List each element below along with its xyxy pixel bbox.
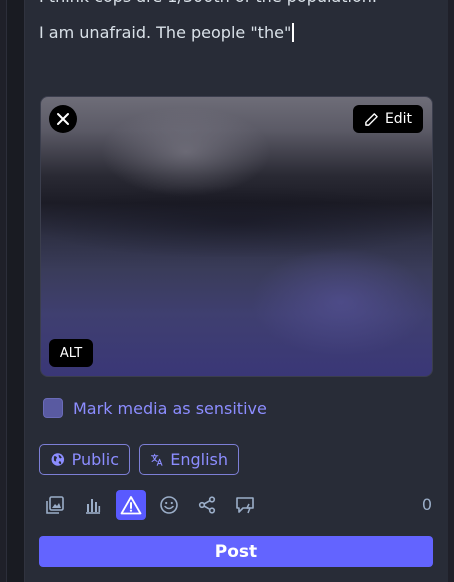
quote-icon (236, 497, 254, 514)
visibility-label: Public (71, 450, 119, 469)
share-button[interactable] (192, 490, 222, 520)
edit-media-button[interactable]: Edit (353, 105, 423, 133)
text-caret (292, 23, 295, 42)
compose-line-2-text: I am unafraid. The people "the" (39, 23, 292, 42)
quote-post-button[interactable] (230, 490, 260, 520)
right-rail (448, 0, 454, 582)
emoji-button[interactable] (154, 490, 184, 520)
media-icon (46, 496, 64, 514)
media-blur-glow (251, 247, 431, 357)
sensitive-checkbox[interactable] (43, 398, 63, 418)
post-label: Post (214, 541, 258, 562)
share-icon (198, 496, 216, 514)
edit-label: Edit (384, 111, 413, 127)
alt-text-badge[interactable]: ALT (49, 339, 93, 367)
poll-icon (86, 499, 101, 514)
content-warning-button[interactable] (116, 490, 146, 520)
compose-toolbar (40, 490, 268, 520)
emoji-icon (160, 496, 178, 514)
media-attachment[interactable] (40, 96, 433, 377)
close-icon (57, 113, 69, 125)
post-button[interactable]: Post (39, 536, 433, 567)
media-blur-highlight (101, 107, 271, 197)
sensitive-label: Mark media as sensitive (73, 398, 267, 418)
left-rail (0, 0, 7, 582)
warning-icon (120, 496, 142, 515)
mark-sensitive-toggle[interactable]: Mark media as sensitive (43, 398, 267, 418)
language-button[interactable]: English (139, 444, 239, 475)
remove-media-button[interactable] (49, 105, 77, 133)
add-media-button[interactable] (40, 490, 70, 520)
compose-line-2: I am unafraid. The people "the" (39, 22, 434, 44)
language-label: English (170, 450, 228, 469)
compose-line-1: I think cops are 1/300th of the populati… (39, 0, 434, 8)
character-counter: 0 (421, 495, 432, 514)
pencil-icon (365, 112, 378, 126)
visibility-button[interactable]: Public (39, 444, 130, 475)
add-poll-button[interactable] (78, 490, 108, 520)
alt-label: ALT (59, 345, 83, 361)
compose-textarea[interactable]: I think cops are 1/300th of the populati… (39, 0, 434, 44)
globe-icon (51, 453, 65, 466)
translate-icon (150, 453, 163, 466)
